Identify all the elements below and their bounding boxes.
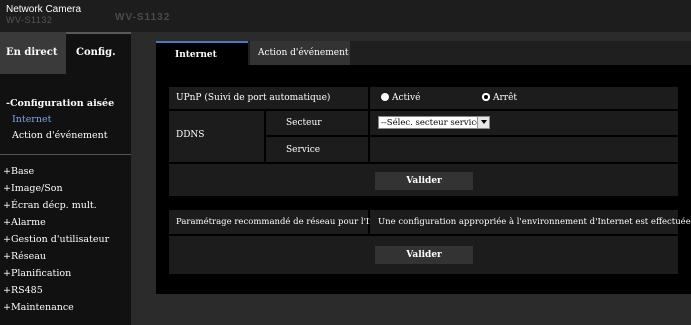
- ddns-sector-label: Secteur: [286, 118, 322, 128]
- validate-button-2[interactable]: Valider: [375, 246, 473, 264]
- menu-item-alarm[interactable]: +Alarme: [3, 217, 46, 228]
- tab-config-label: Config.: [76, 47, 116, 58]
- recommended-label-cell: Paramétrage recommandé de réseau pour l'…: [169, 210, 401, 234]
- upnp-on-label: Activé: [392, 93, 421, 103]
- tab-live-label: En direct: [6, 47, 58, 58]
- ddns-sector-label-cell: Secteur: [266, 111, 368, 135]
- main-tabs: Internet Action d'événement: [156, 41, 691, 65]
- recommended-desc-cell: Une configuration appropriée à l'environ…: [370, 210, 691, 234]
- upnp-off-label: Arrêt: [493, 93, 518, 103]
- camera-label: Network Camera: [6, 4, 82, 15]
- upnp-label: UPnP (Suivi de port automatique): [176, 93, 331, 103]
- validate-button-1[interactable]: Valider: [375, 172, 473, 190]
- menu-item-user-management[interactable]: +Gestion d'utilisateur: [3, 234, 109, 245]
- menu-item-schedule[interactable]: +Planification: [3, 268, 71, 279]
- menu-item-maintenance[interactable]: +Maintenance: [3, 302, 74, 313]
- tab-config[interactable]: Config.: [66, 32, 131, 74]
- menu-item-multi-screen[interactable]: +Écran décp. mult.: [3, 200, 97, 211]
- recommended-description: Une configuration appropriée à l'environ…: [378, 217, 691, 227]
- ddns-sector-select-value: --Sélec. secteur service--: [381, 118, 487, 128]
- chevron-down-icon[interactable]: [477, 117, 489, 128]
- tab-internet-label: Internet: [175, 50, 217, 60]
- top-bar: Network Camera WV-S1132 WV-S1132: [0, 0, 691, 32]
- tab-live[interactable]: En direct: [0, 32, 66, 74]
- ddns-service-label-cell: Service: [266, 137, 368, 162]
- upnp-off-radio[interactable]: [482, 93, 490, 101]
- camera-sub-label: WV-S1132: [6, 15, 53, 25]
- left-sidebar: En direct Config. -Configuration aisée I…: [0, 32, 131, 325]
- ddns-label: DDNS: [176, 130, 205, 140]
- ddns-label-cell: DDNS: [169, 111, 264, 162]
- upnp-options-cell: Activé Arrêt: [370, 87, 678, 109]
- model-name: WV-S1132: [115, 12, 171, 23]
- ddns-sector-select[interactable]: --Sélec. secteur service--: [378, 116, 490, 129]
- tab-event-action-label: Action d'événement: [258, 48, 349, 58]
- tab-internet[interactable]: Internet: [156, 41, 248, 65]
- sidebar-divider: [0, 154, 131, 155]
- upnp-on-radio[interactable]: [381, 93, 389, 101]
- quick-item-internet[interactable]: Internet: [12, 114, 51, 125]
- upnp-label-cell: UPnP (Suivi de port automatique): [169, 87, 368, 109]
- recommended-label: Paramétrage recommandé de réseau pour l'…: [176, 217, 402, 227]
- ddns-service-value-cell: [370, 137, 678, 162]
- menu-item-network[interactable]: +Réseau: [3, 251, 46, 262]
- ddns-service-label: Service: [286, 145, 321, 155]
- quick-item-event-action[interactable]: Action d'événement: [12, 130, 108, 141]
- menu-item-image-sound[interactable]: +Image/Son: [3, 183, 63, 194]
- quick-setup-header[interactable]: -Configuration aisée: [6, 98, 114, 109]
- menu-item-base[interactable]: +Base: [3, 166, 34, 177]
- tab-event-action[interactable]: Action d'événement: [250, 41, 350, 65]
- menu-item-rs485[interactable]: +RS485: [3, 285, 43, 296]
